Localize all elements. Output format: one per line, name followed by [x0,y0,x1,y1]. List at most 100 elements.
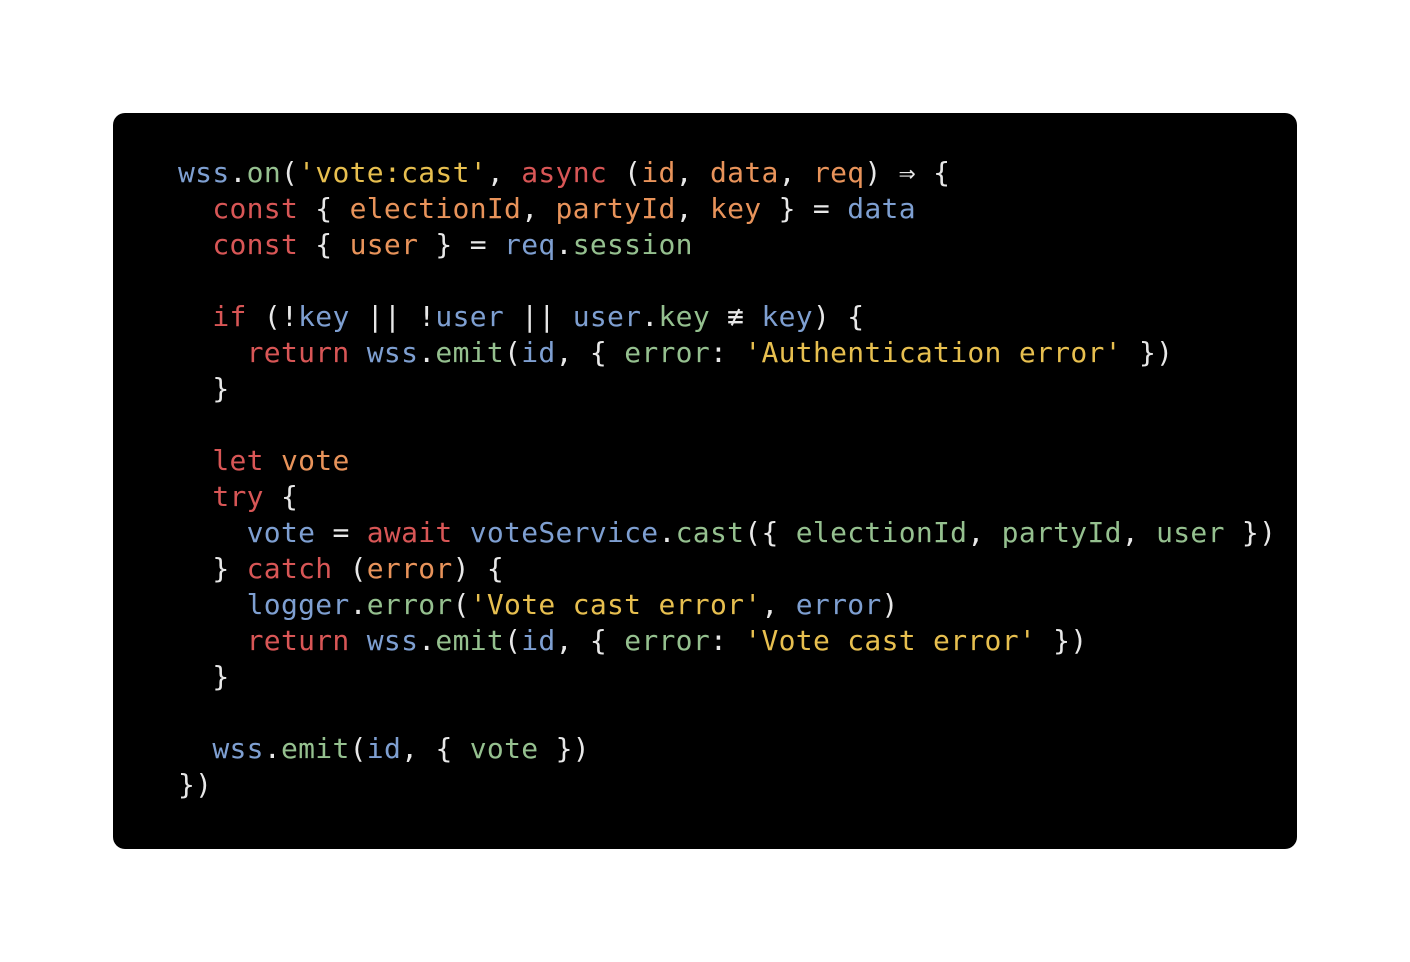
code-token: user [349,228,419,261]
code-line: vote = await voteService.cast({ election… [178,515,1276,551]
code-token: . [658,516,676,549]
code-token: id [641,156,676,189]
code-token: req [504,228,556,261]
code-token: try [212,480,264,513]
code-line: ​ [178,263,1276,299]
code-token: , [778,156,813,189]
code-token: data [710,156,779,189]
code-token: error [366,588,453,621]
code-line: }) [178,767,1276,803]
code-token: id [521,336,556,369]
code-token: ( [452,588,470,621]
code-token: wss [178,156,230,189]
code-token: vote [469,732,539,765]
code-line: let vote [178,443,1276,479]
code-token: error [795,588,882,621]
code-token: cast [675,516,745,549]
code-token: const [212,192,299,225]
code-token: } [178,372,230,405]
code-token: 'Authentication error' [744,336,1122,369]
code-token: partyId [1001,516,1122,549]
code-token: { [263,480,299,513]
code-token: vote [246,516,316,549]
code-token: key [298,300,350,333]
code-token: key [709,192,762,225]
code-token: = [315,516,367,549]
code-token: ( [504,336,522,369]
code-token: ) { [452,552,505,585]
code-token: : [710,624,745,657]
code-line: return wss.emit(id, { error: 'Vote cast … [178,623,1276,659]
code-token: ({ [744,516,796,549]
code-line: ​ [178,407,1276,443]
code-line: if (!key || !user || user.key ≢ key) { [178,299,1276,335]
code-token: ( [349,732,367,765]
code-token: return [246,624,350,657]
code-token: 'vote:cast' [298,156,487,189]
code-token: electionId [795,516,968,549]
code-token: . [555,228,573,261]
code-token: logger [246,588,350,621]
code-token: emit [435,336,505,369]
code-block: wss.on('vote:cast', async (id, data, req… [178,155,1276,803]
code-token: session [572,228,693,261]
code-token: ( [504,624,522,657]
code-token: { [298,192,350,225]
code-line: const { user } = req.session [178,227,1276,263]
code-token: }) [178,768,213,801]
code-token: vote [280,444,350,477]
code-token: } [178,552,247,585]
code-token: }) [1121,336,1174,369]
code-token: wss [366,624,419,657]
code-token: . [418,336,436,369]
code-token: emit [280,732,350,765]
code-line: wss.emit(id, { vote }) [178,731,1276,767]
code-token: error [366,552,453,585]
code-line: const { electionId, partyId, key } = dat… [178,191,1276,227]
code-token: (! [246,300,299,333]
code-token: catch [246,552,333,585]
code-token: ) ⇒ { [864,156,951,189]
code-token: , { [555,624,625,657]
code-token: }) [1036,624,1088,657]
code-line: } [178,659,1276,695]
code-token: electionId [349,192,522,225]
code-token: const [212,228,299,261]
code-token: 'Vote cast error' [744,624,1037,657]
code-token: voteService [469,516,659,549]
code-token: error [624,624,710,657]
code-line: } catch (error) { [178,551,1276,587]
code-token: if [212,300,247,333]
code-line: logger.error('Vote cast error', error) [178,587,1276,623]
code-token: } = [761,192,848,225]
code-token: , [1121,516,1157,549]
code-token: user [435,300,505,333]
code-token: on [246,156,281,189]
code-token: , [675,156,710,189]
code-token: user [1156,516,1225,549]
code-token: , { [401,732,470,765]
code-token: ( [332,552,367,585]
code-token: . [229,156,247,189]
code-token: . [349,588,367,621]
code-token: id [521,624,556,657]
code-token: ) [881,588,899,621]
code-token: ) { [812,300,865,333]
code-line: wss.on('vote:cast', async (id, data, req… [178,155,1276,191]
code-token: id [366,732,402,765]
code-token: , [521,192,556,225]
code-token: : [710,336,745,369]
code-token: user [572,300,642,333]
code-token: req [812,156,865,189]
